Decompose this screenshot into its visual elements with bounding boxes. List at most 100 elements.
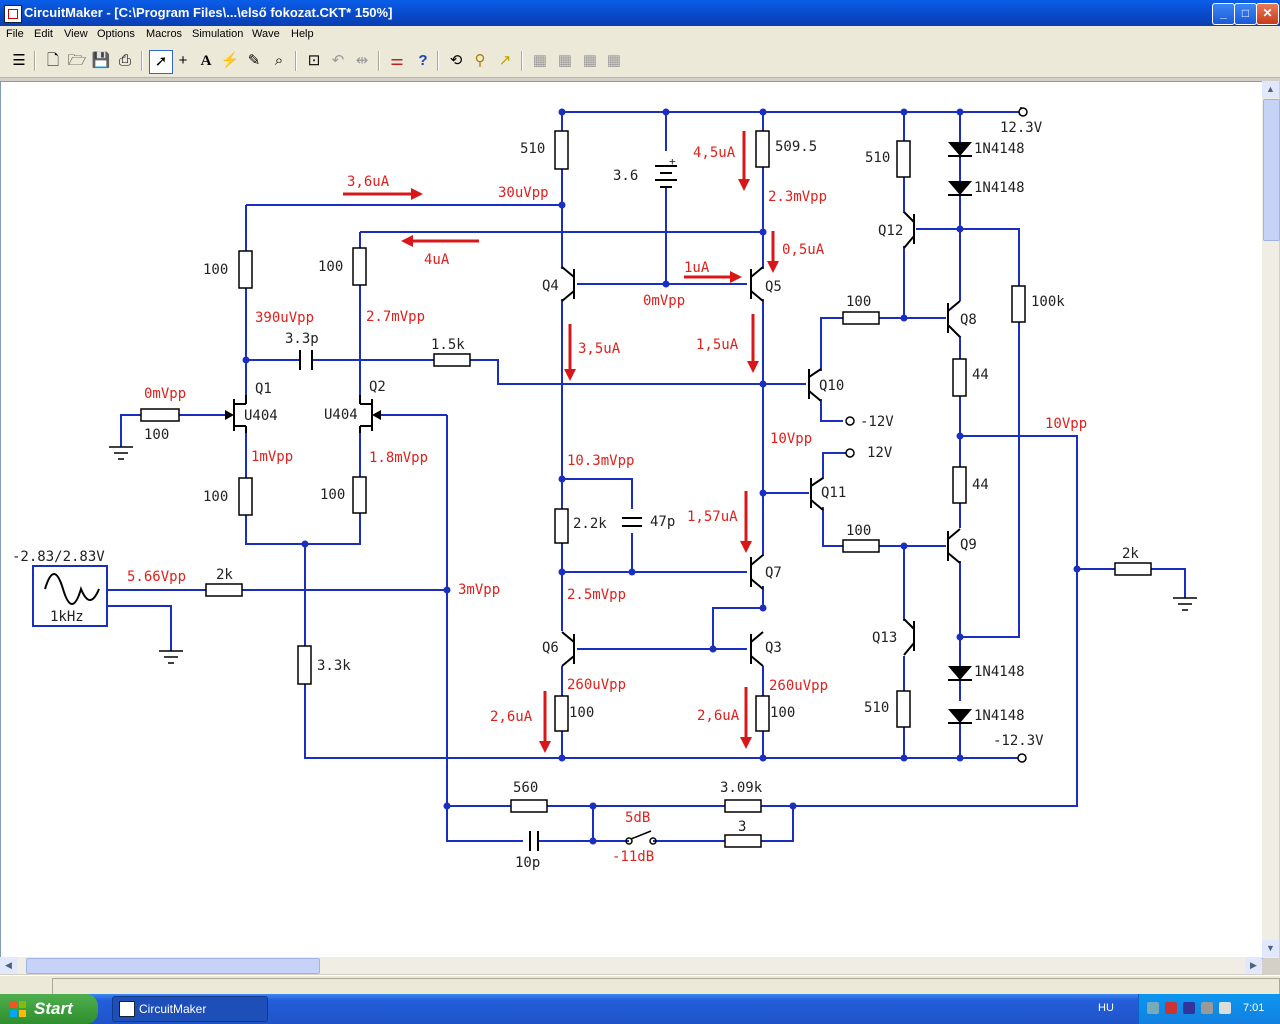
windows-logo-icon bbox=[10, 1001, 26, 1017]
menu-view[interactable]: View bbox=[64, 28, 88, 40]
label-d2: 1N4148 bbox=[974, 180, 1025, 196]
label-q10: Q10 bbox=[819, 378, 844, 394]
device-icon[interactable] bbox=[1201, 1002, 1213, 1014]
menu-edit[interactable]: Edit bbox=[34, 28, 53, 40]
label-q4: Q4 bbox=[542, 278, 559, 294]
annot-v10: 10Vpp bbox=[770, 431, 812, 447]
network-icon[interactable] bbox=[1147, 1002, 1159, 1014]
label-source-amplitude: -2.83/2.83V bbox=[12, 549, 105, 565]
macro4-icon[interactable]: ▦ bbox=[603, 50, 625, 72]
arrow-tool-icon[interactable]: ➚ bbox=[149, 50, 173, 74]
wire-tool-icon[interactable]: + bbox=[172, 50, 194, 72]
close-button[interactable]: ✕ bbox=[1256, 3, 1279, 25]
toolbar-separator bbox=[141, 51, 143, 71]
macro2-icon[interactable]: ▦ bbox=[554, 50, 576, 72]
schematic-canvas[interactable]: + 510 3.6 509.5 510 1N4148 1N4148 Q12 10… bbox=[0, 81, 1263, 959]
horizontal-scroll-thumb[interactable] bbox=[26, 958, 320, 974]
annot-i26-right: 2,6uA bbox=[697, 708, 740, 724]
toolbar-separator bbox=[378, 51, 380, 71]
shield-icon[interactable] bbox=[1183, 1002, 1195, 1014]
label-q5: Q5 bbox=[765, 279, 782, 295]
reset-icon[interactable]: ⚲ bbox=[469, 50, 491, 72]
label-q1: Q1 bbox=[255, 381, 272, 397]
digital-sim-icon[interactable]: ⚌ bbox=[386, 50, 408, 72]
label-r100-input: 100 bbox=[144, 427, 169, 443]
schematic-drawing[interactable]: + 510 3.6 509.5 510 1N4148 1N4148 Q12 10… bbox=[1, 82, 1262, 958]
annot-i15: 1,5uA bbox=[696, 337, 739, 353]
help-icon[interactable]: ? bbox=[412, 50, 434, 72]
label-q12: Q12 bbox=[878, 223, 903, 239]
label-u404-2: U404 bbox=[324, 407, 358, 423]
menu-options[interactable]: Options bbox=[97, 28, 135, 40]
minimize-button[interactable]: _ bbox=[1212, 3, 1235, 25]
clock: 7:01 bbox=[1243, 1002, 1265, 1014]
annot-db11: -11dB bbox=[612, 849, 654, 865]
menu-file[interactable]: File bbox=[6, 28, 24, 40]
volume-icon[interactable] bbox=[1219, 1002, 1231, 1014]
scroll-left-icon[interactable]: ◀ bbox=[0, 957, 17, 974]
title-bar: CircuitMaker - [C:\Program Files\...\els… bbox=[0, 0, 1280, 26]
probe-tool-icon[interactable]: ⚡ bbox=[219, 50, 241, 72]
vertical-scrollbar[interactable]: ▲ ▼ bbox=[1262, 81, 1280, 958]
start-button[interactable]: Start bbox=[0, 994, 98, 1024]
security-icon[interactable] bbox=[1165, 1002, 1177, 1014]
annot-v18m: 1.8mVpp bbox=[369, 450, 428, 466]
maximize-button[interactable]: □ bbox=[1234, 3, 1257, 25]
menu-wave[interactable]: Wave bbox=[252, 28, 280, 40]
save-icon[interactable]: 💾 bbox=[90, 50, 112, 72]
label-r5095: 509.5 bbox=[775, 139, 817, 155]
text-tool-icon[interactable]: A bbox=[195, 50, 217, 72]
annot-db5: 5dB bbox=[625, 810, 650, 826]
taskbar-item-label: CircuitMaker bbox=[139, 1002, 207, 1016]
taskbar-circuitmaker-button[interactable]: CircuitMaker bbox=[112, 996, 268, 1022]
label-r100-left-top: 100 bbox=[203, 262, 228, 278]
label-d4: 1N4148 bbox=[974, 708, 1025, 724]
new-icon[interactable]: 🗋 bbox=[42, 50, 64, 72]
label-r2k-input: 2k bbox=[216, 567, 233, 583]
toolbar-separator bbox=[34, 51, 36, 71]
label-r560: 560 bbox=[513, 780, 538, 796]
annot-v30u: 30uVpp bbox=[498, 185, 549, 201]
menu-macros[interactable]: Macros bbox=[146, 28, 182, 40]
label-r100-q3: 100 bbox=[770, 705, 795, 721]
scroll-down-icon[interactable]: ▼ bbox=[1262, 940, 1279, 957]
label-u404-1: U404 bbox=[244, 408, 278, 424]
label-source-frequency: 1kHz bbox=[50, 609, 84, 625]
undo-icon[interactable]: ⟲ bbox=[445, 50, 467, 72]
annot-i35: 3,5uA bbox=[578, 341, 621, 357]
zoom-tool-icon[interactable]: ⌕ bbox=[268, 50, 290, 72]
label-r510-top: 510 bbox=[520, 141, 545, 157]
label-r100-q8: 100 bbox=[846, 294, 871, 310]
menu-bar: File Edit View Options Macros Simulation… bbox=[0, 26, 1280, 45]
app-icon[interactable] bbox=[4, 5, 22, 23]
rotate-icon[interactable]: ↶ bbox=[327, 50, 349, 72]
scroll-up-icon[interactable]: ▲ bbox=[1262, 81, 1279, 98]
macro3-icon[interactable]: ▦ bbox=[579, 50, 601, 72]
mirror-icon[interactable]: ⇹ bbox=[351, 50, 373, 72]
open-icon[interactable]: 🗁 bbox=[66, 50, 88, 72]
horizontal-scrollbar[interactable]: ◀ ▶ bbox=[0, 957, 1262, 974]
macro1-icon[interactable]: ▦ bbox=[529, 50, 551, 72]
label-d1: 1N4148 bbox=[974, 141, 1025, 157]
annot-v25m: 2.5mVpp bbox=[567, 587, 626, 603]
menu-simulation[interactable]: Simulation bbox=[192, 28, 243, 40]
scroll-right-icon[interactable]: ▶ bbox=[1245, 957, 1262, 974]
language-indicator[interactable]: HU bbox=[1098, 1002, 1114, 1014]
label-r22k: 2.2k bbox=[573, 516, 607, 532]
zoom-fit-icon[interactable]: ⊡ bbox=[303, 50, 325, 72]
annot-i05: 0,5uA bbox=[782, 242, 825, 258]
step-icon[interactable]: ↗ bbox=[494, 50, 516, 72]
label-q2: Q2 bbox=[369, 379, 386, 395]
start-label: Start bbox=[34, 999, 73, 1018]
status-bar bbox=[0, 975, 1280, 996]
library-icon[interactable]: ☰ bbox=[8, 50, 30, 72]
vertical-scroll-thumb[interactable] bbox=[1263, 99, 1280, 241]
menu-help[interactable]: Help bbox=[291, 28, 314, 40]
annot-v390u: 390uVpp bbox=[255, 310, 314, 326]
annot-i26-left: 2,6uA bbox=[490, 709, 533, 725]
annot-v260u-left: 260uVpp bbox=[567, 677, 626, 693]
print-icon[interactable]: ⎙ bbox=[114, 50, 136, 72]
delete-tool-icon[interactable]: ✎ bbox=[243, 50, 265, 72]
annot-v27m: 2.7mVpp bbox=[366, 309, 425, 325]
annot-v103m: 10.3mVpp bbox=[567, 453, 634, 469]
